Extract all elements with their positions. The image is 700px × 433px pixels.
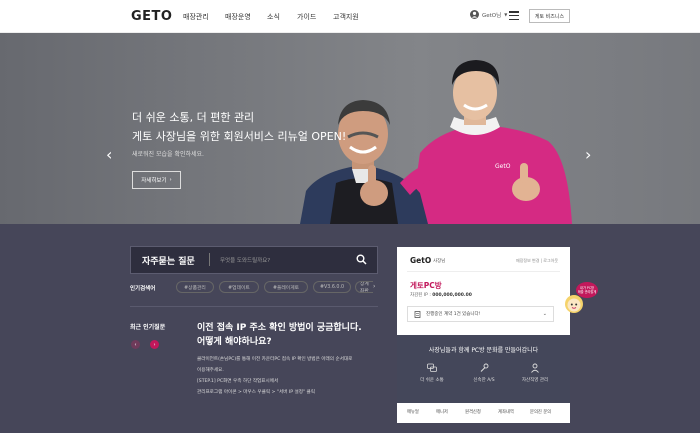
balance-label: 차감된 IP : <box>410 293 433 298</box>
person-icon <box>531 363 539 373</box>
chevron-down-icon: ⌄ <box>542 311 547 317</box>
keyword-tag[interactable]: #V3.6.0.0 <box>313 281 351 293</box>
question-prev-icon[interactable]: ‹ <box>131 340 140 349</box>
balance-info: 차감된 IP : 000,000,000.00 <box>410 292 472 298</box>
user-menu[interactable]: GetO님 ▼ <box>470 10 507 19</box>
faq-search-input[interactable]: 무엇을 도와드릴까요? <box>220 256 270 264</box>
wrench-icon <box>480 363 489 372</box>
card-account-links[interactable]: 매장정보 변경 | 로그아웃 <box>516 258 558 264</box>
carousel-prev-icon[interactable]: ‹ <box>106 147 112 163</box>
keyword-tag[interactable]: #가상계좌환불 <box>355 281 373 293</box>
footer-link-manager[interactable]: 매니저 <box>436 409 448 415</box>
mascot-character: 내가 PC방 매출 관리할게 <box>565 282 598 313</box>
card-role: 사장님 <box>433 259 446 264</box>
card-divider <box>407 271 560 272</box>
faq-divider <box>209 253 210 266</box>
footer-link-account[interactable]: 계좌내역 <box>498 409 514 415</box>
question-body-line: 이용해주세요. <box>197 368 224 373</box>
carousel-next-icon[interactable]: › <box>585 147 591 163</box>
site-header: GETO 매장관리 매장운영 소식 가이드 고객지원 GetO님 ▼ 게토 비즈… <box>0 0 700 33</box>
logo-text: GETO <box>131 9 173 24</box>
card-logo: GetO <box>410 256 432 265</box>
recent-questions-label: 최근 인기질문 <box>130 324 166 331</box>
member-card: GetO 사장님 매장정보 변경 | 로그아웃 게토PC방 차감된 IP : 0… <box>397 247 570 423</box>
geto-business-button[interactable]: 게토 비즈니스 <box>529 9 570 23</box>
service-fast-as[interactable]: 신속한 A/S <box>459 363 509 383</box>
question-body-line: 클라이언트(손님PC)를 통해 이전 카운터PC 접속 IP 확인 방법은 아래… <box>197 357 353 362</box>
keyword-tag[interactable]: #업데이트 <box>219 281 259 293</box>
store-name: 게토PC방 <box>410 281 442 290</box>
footer-link-manual[interactable]: 매뉴얼 <box>407 409 419 415</box>
hero-detail-button[interactable]: 자세히보기 › <box>132 171 181 189</box>
nav-guide[interactable]: 가이드 <box>297 12 316 22</box>
chat-icon <box>427 363 437 372</box>
geto-logo[interactable]: GETO <box>131 9 172 24</box>
mascot-bubble-line-2: 매출 관리할게 <box>578 289 597 294</box>
nav-store-manage[interactable]: 매장관리 <box>183 12 209 22</box>
footer-link-inquiry[interactable]: 문의진 문의 <box>530 409 551 415</box>
faq-title: 자주묻는 질문 <box>142 257 195 267</box>
balance-value: 000,000,000.00 <box>432 293 472 298</box>
card-slogan: 사장님들과 함께 PC방 문화를 만들어갑니다 <box>428 347 539 354</box>
question-body-line: 관리프로그램 아이콘 > 마우스 우클릭 > "서버 IP 설정" 클릭 <box>197 390 315 395</box>
nav-store-operate[interactable]: 매장운영 <box>225 12 251 22</box>
contract-notice-text: 진행중인 계약 1건 있습니다! <box>426 312 481 317</box>
keywords-next-icon[interactable]: › <box>373 283 375 290</box>
service-label: 더 쉬운 소통 <box>420 378 444 383</box>
question-next-icon[interactable]: › <box>150 340 159 349</box>
hero-detail-label: 자세히보기 <box>141 178 167 184</box>
question-title-line-1[interactable]: 이전 접속 IP 주소 확인 방법이 궁금합니다. <box>197 320 362 333</box>
keyword-tag[interactable]: #상품관리 <box>176 281 214 293</box>
service-label: 자산직영 관리 <box>521 378 549 383</box>
shirt-logo-text: GetO <box>495 163 511 170</box>
nav-news[interactable]: 소식 <box>267 12 280 22</box>
question-body-line: [STEP.1] PC화면 우측 하단 작업표시에서 <box>197 379 279 384</box>
footer-link-remote[interactable]: 원격신청 <box>465 409 481 415</box>
document-icon <box>414 310 421 318</box>
hero-subtext: 새로워진 모습을 확인하세요. <box>132 151 204 158</box>
chevron-down-icon: ▼ <box>504 12 508 17</box>
hero-photo-people: GetO <box>0 33 700 224</box>
hero-headline-2: 게토 사장님을 위한 회원서비스 리뉴얼 OPEN! <box>132 130 347 143</box>
question-title-line-2[interactable]: 어떻게 해야하나요? <box>197 334 272 347</box>
user-name: GetO님 <box>482 12 502 19</box>
service-label: 신속한 A/S <box>473 378 495 383</box>
search-icon[interactable] <box>356 254 367 265</box>
contract-notice-dropdown[interactable]: 진행중인 계약 1건 있습니다! ⌄ <box>407 306 554 322</box>
hero-banner: GetO 더 쉬운 소통, 더 편한 관리 게토 사장님을 위한 회원서비스 리… <box>0 33 700 224</box>
user-avatar-icon <box>470 10 479 19</box>
faq-divider-line <box>130 306 378 307</box>
nav-support[interactable]: 고객지원 <box>333 12 359 22</box>
chevron-right-icon: › <box>169 177 172 183</box>
hamburger-menu-icon[interactable] <box>509 11 519 21</box>
hero-headline-1: 더 쉬운 소통, 더 편한 관리 <box>132 111 255 124</box>
service-easy-communication[interactable]: 더 쉬운 소통 <box>407 363 457 383</box>
keyword-tag[interactable]: #플레이게토 <box>264 281 308 293</box>
popular-keywords-label: 인기검색어 <box>130 286 156 292</box>
service-asset-management[interactable]: 자산직영 관리 <box>510 363 560 383</box>
